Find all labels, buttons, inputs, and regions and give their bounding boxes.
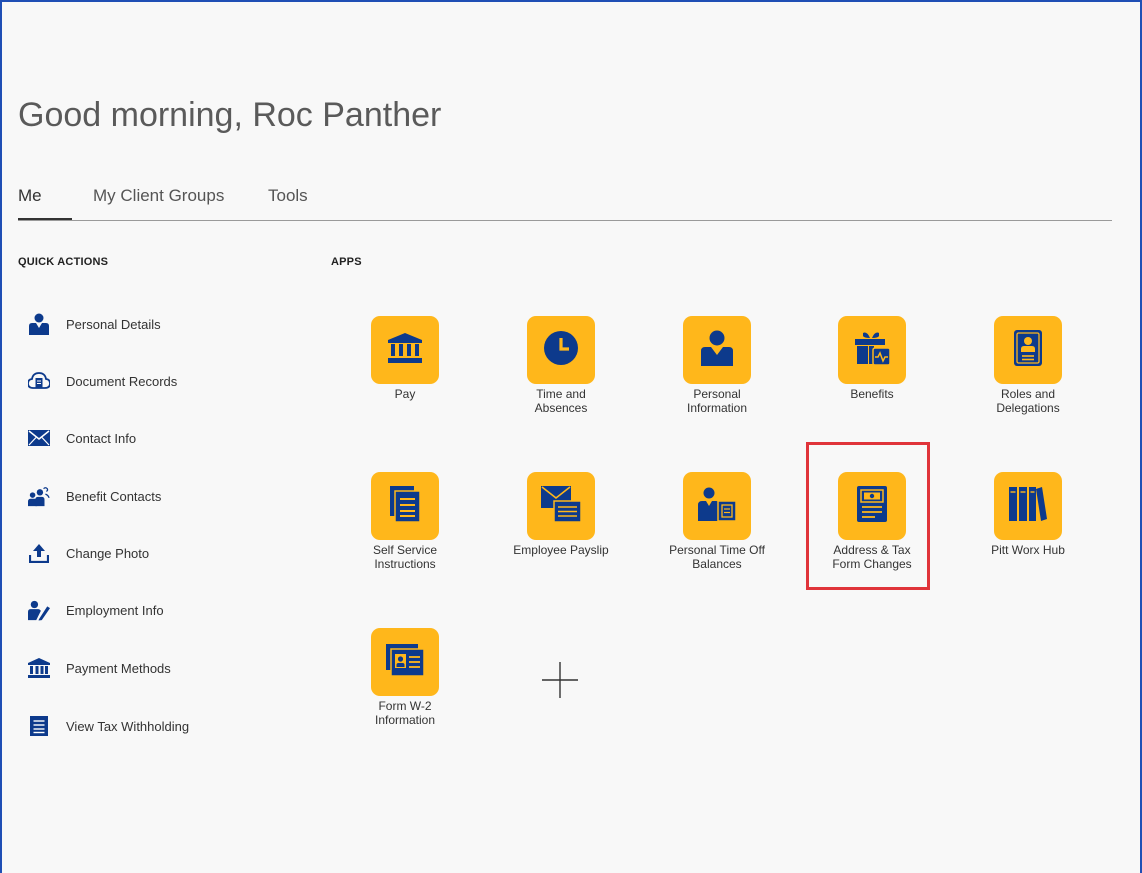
quick-action-label: View Tax Withholding <box>66 718 190 734</box>
quick-action-label: Payment Methods <box>66 660 171 676</box>
apps-heading: APPS <box>331 256 362 268</box>
app-tile <box>371 628 439 696</box>
app-benefits[interactable]: Benefits <box>812 316 932 401</box>
active-tab-indicator <box>18 218 72 220</box>
quick-action-label: Benefit Contacts <box>66 488 162 504</box>
app-self-service-instructions[interactable]: Self Service Instructions <box>345 472 465 571</box>
greeting-title: Good morning, Roc Panther <box>18 96 442 134</box>
app-tile <box>371 316 439 384</box>
app-tile <box>527 472 595 540</box>
frame-border-left <box>0 0 2 873</box>
cloud-document-icon <box>28 370 50 392</box>
tab-tools[interactable]: Tools <box>268 186 308 206</box>
bank-icon <box>388 332 422 368</box>
family-icon <box>28 485 50 507</box>
highlight-box <box>806 442 930 590</box>
app-label: Pay <box>394 387 416 401</box>
app-label: Benefits <box>850 387 894 401</box>
person-icon <box>28 313 50 335</box>
app-tile <box>838 316 906 384</box>
tab-me[interactable]: Me <box>18 186 42 206</box>
app-label: Form W-2 Information <box>374 699 436 727</box>
quick-action-label: Change Photo <box>66 545 150 561</box>
quick-action-label: Employment Info <box>66 602 164 618</box>
gift-icon <box>854 331 891 370</box>
app-label: Pitt Worx Hub <box>991 543 1065 557</box>
person-icon <box>701 330 733 371</box>
app-label: Personal Information <box>686 387 748 415</box>
quick-actions-heading: QUICK ACTIONS <box>18 256 109 268</box>
app-time-and-absences[interactable]: Time and Absences <box>501 316 621 415</box>
app-tile <box>527 316 595 384</box>
person-document-icon <box>698 487 737 526</box>
app-form-w2-information[interactable]: Form W-2 Information <box>345 628 465 727</box>
envelope-icon <box>28 427 50 449</box>
quick-action-label: Document Records <box>66 373 178 389</box>
quick-action-document-records[interactable]: Document Records <box>28 366 177 396</box>
tab-bar: Me My Client Groups Tools <box>18 180 1112 221</box>
app-pay[interactable]: Pay <box>345 316 465 401</box>
frame-border-top <box>0 0 1142 2</box>
quick-action-personal-details[interactable]: Personal Details <box>28 309 161 339</box>
quick-action-label: Contact Info <box>66 430 137 446</box>
add-app-button[interactable] <box>540 660 580 700</box>
app-roles-and-delegations[interactable]: Roles and Delegations <box>968 316 1088 415</box>
app-tile <box>994 316 1062 384</box>
person-edit-icon <box>28 599 50 621</box>
clock-icon <box>543 330 579 371</box>
app-personal-information[interactable]: Personal Information <box>657 316 777 415</box>
app-employee-payslip[interactable]: Employee Payslip <box>501 472 621 557</box>
app-pitt-worx-hub[interactable]: Pitt Worx Hub <box>968 472 1088 557</box>
quick-action-view-tax-withholding[interactable]: View Tax Withholding <box>28 711 189 741</box>
badge-icon <box>1014 329 1042 371</box>
plus-icon <box>542 662 578 698</box>
quick-action-payment-methods[interactable]: Payment Methods <box>28 653 171 683</box>
app-label: Self Service Instructions <box>372 543 438 571</box>
bank-icon <box>28 657 50 679</box>
app-label: Time and Absences <box>534 387 588 415</box>
app-tile <box>371 472 439 540</box>
id-card-icon <box>386 643 425 681</box>
upload-icon <box>28 542 50 564</box>
app-personal-time-off-balances[interactable]: Personal Time Off Balances <box>657 472 777 571</box>
app-label: Roles and Delegations <box>996 387 1060 415</box>
quick-action-benefit-contacts[interactable]: Benefit Contacts <box>28 481 161 511</box>
app-tile <box>683 472 751 540</box>
app-label: Personal Time Off Balances <box>669 543 765 571</box>
books-icon <box>1009 486 1047 526</box>
quick-action-employment-info[interactable]: Employment Info <box>28 595 164 625</box>
payslip-icon <box>541 485 582 527</box>
quick-action-label: Personal Details <box>66 316 161 332</box>
quick-action-contact-info[interactable]: Contact Info <box>28 423 136 453</box>
quick-action-change-photo[interactable]: Change Photo <box>28 538 149 568</box>
pages-icon <box>390 485 421 527</box>
tab-my-client-groups[interactable]: My Client Groups <box>93 186 224 206</box>
app-tile <box>683 316 751 384</box>
document-icon <box>28 715 50 737</box>
app-tile <box>994 472 1062 540</box>
app-label: Employee Payslip <box>513 543 609 557</box>
